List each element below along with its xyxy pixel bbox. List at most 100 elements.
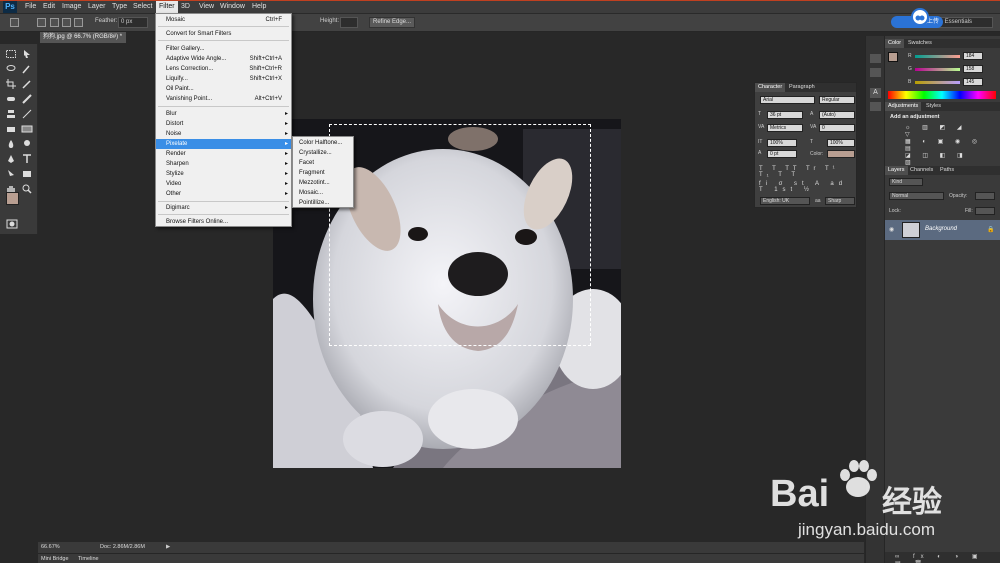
filter-sharpen[interactable]: Sharpen ▸ [156, 159, 291, 169]
text-style-buttons[interactable]: T T TT Tr T¹ T₁ T T [759, 166, 855, 178]
filter-video[interactable]: Video ▸ [156, 179, 291, 189]
filter-other[interactable]: Other ▸ [156, 189, 291, 199]
horizontal-scale-input[interactable]: 100% [827, 139, 855, 147]
tab-color[interactable]: Color [885, 39, 905, 48]
kerning-input[interactable]: Metrics [767, 124, 803, 132]
refine-edge-button[interactable]: Refine Edge... [369, 17, 415, 28]
mosaic[interactable]: Mosaic... [293, 188, 353, 198]
quick-mask-icon[interactable] [6, 219, 18, 229]
filter-render[interactable]: Render ▸ [156, 149, 291, 159]
filter-gallery[interactable]: Filter Gallery... [156, 44, 291, 54]
intersect-selection-icon[interactable] [74, 18, 83, 27]
convert-smart-filters[interactable]: Convert for Smart Filters [156, 29, 291, 39]
fill-input[interactable] [975, 207, 995, 215]
status-arrow-icon[interactable]: ▶ [166, 542, 170, 553]
fragment[interactable]: Fragment [293, 168, 353, 178]
crystallize[interactable]: Crystallize... [293, 148, 353, 158]
red-slider[interactable] [915, 55, 960, 58]
blend-mode-select[interactable]: Normal [889, 192, 944, 200]
red-value-input[interactable]: 184 [963, 52, 983, 60]
language-select[interactable]: English: UK [760, 197, 810, 205]
character-panel-icon[interactable]: A [870, 88, 881, 98]
menu-image[interactable]: Image [62, 0, 81, 14]
filter-stylize[interactable]: Stylize ▸ [156, 169, 291, 179]
eyedropper-tool-icon[interactable] [21, 79, 33, 89]
feather-input[interactable]: 0 px [118, 17, 148, 28]
blue-value-input[interactable]: 145 [963, 78, 983, 86]
lens-correction[interactable]: Lens Correction... Shift+Ctrl+R [156, 64, 291, 74]
vanishing-point[interactable]: Vanishing Point... Alt+Ctrl+V [156, 94, 291, 104]
color-foreground-swatch[interactable] [888, 52, 898, 62]
color-spectrum-bar[interactable] [888, 91, 996, 99]
menu-file[interactable]: File [25, 0, 36, 14]
browse-filters-online[interactable]: Browse Filters Online... [156, 217, 291, 227]
dodge-tool-icon[interactable] [21, 139, 33, 149]
oil-paint[interactable]: Oil Paint... [156, 84, 291, 94]
filter-digimarc[interactable]: Digimarc ▸ [156, 203, 291, 213]
baseline-shift-input[interactable]: 0 pt [767, 150, 797, 158]
healing-brush-tool-icon[interactable] [5, 94, 17, 104]
blur-tool-icon[interactable] [5, 139, 17, 149]
gradient-tool-icon[interactable] [21, 124, 33, 134]
paragraph-panel-icon[interactable] [870, 102, 881, 111]
tab-mini-bridge[interactable]: Mini Bridge [41, 554, 69, 563]
history-brush-tool-icon[interactable] [21, 109, 33, 119]
blue-slider[interactable] [915, 81, 960, 84]
move-tool-icon[interactable] [21, 49, 33, 59]
filter-pixelate[interactable]: Pixelate ▸ [156, 139, 291, 149]
zoom-level[interactable]: 66.67% [41, 542, 60, 553]
mezzotint[interactable]: Mezzotint... [293, 178, 353, 188]
tab-paragraph[interactable]: Paragraph [786, 83, 818, 92]
green-slider[interactable] [915, 68, 960, 71]
workspace-select[interactable]: Essentials [935, 17, 993, 28]
menu-edit[interactable]: Edit [43, 0, 55, 14]
baidu-uploader-icon[interactable] [911, 8, 929, 26]
color-halftone[interactable]: Color Halftone... [293, 138, 353, 148]
pen-tool-icon[interactable] [5, 154, 17, 164]
eraser-tool-icon[interactable] [5, 124, 17, 134]
tab-channels[interactable]: Channels [907, 166, 936, 175]
filter-distort[interactable]: Distort ▸ [156, 119, 291, 129]
filter-last-mosaic[interactable]: Mosaic Ctrl+F [156, 15, 291, 25]
height-input[interactable] [340, 17, 358, 28]
document-tab[interactable]: 狗狗.jpg @ 66.7% (RGB/8#) * [40, 32, 126, 43]
tab-adjustments[interactable]: Adjustments [885, 102, 922, 111]
history-panel-icon[interactable] [870, 54, 881, 63]
brush-tool-icon[interactable] [21, 94, 33, 104]
layer-row-background[interactable]: ◉ Background 🔒 [885, 220, 1000, 240]
menu-3d[interactable]: 3D [181, 0, 190, 14]
adjustment-icons-row-2[interactable]: ▦ ◐ ▣ ◉ ◎ ▤ [905, 138, 985, 152]
actions-panel-icon[interactable] [870, 68, 881, 77]
layer-filter-kind[interactable]: Kind [889, 178, 923, 186]
crop-tool-icon[interactable] [5, 79, 17, 89]
new-selection-icon[interactable] [37, 18, 46, 27]
tab-styles[interactable]: Styles [923, 102, 944, 111]
adjustment-icons-row-3[interactable]: ◪ ◫ ◧ ◨ ▧ [905, 152, 975, 166]
vertical-scale-input[interactable]: 100% [767, 139, 797, 147]
opacity-input[interactable] [975, 192, 995, 200]
menu-filter[interactable]: Filter [156, 0, 178, 14]
font-family-select[interactable]: Arial [760, 96, 815, 104]
layer-visibility-eye-icon[interactable]: ◉ [889, 226, 894, 233]
tab-timeline[interactable]: Timeline [78, 554, 99, 563]
quick-selection-tool-icon[interactable] [21, 64, 33, 74]
pointillize[interactable]: Pointillize... [293, 198, 353, 208]
opentype-buttons[interactable]: fi σ st A ad T 1st ½ [759, 181, 855, 193]
path-selection-tool-icon[interactable] [5, 169, 17, 179]
adaptive-wide-angle[interactable]: Adaptive Wide Angle... Shift+Ctrl+A [156, 54, 291, 64]
adjustment-icons-row-1[interactable]: ☼ ▥ ◩ ◢ ▽ [905, 124, 975, 138]
subtract-selection-icon[interactable] [62, 18, 71, 27]
antialias-select[interactable]: Sharp [825, 197, 855, 205]
menu-layer[interactable]: Layer [88, 0, 106, 14]
marquee-preset-icon[interactable] [10, 18, 19, 27]
menu-select[interactable]: Select [133, 0, 152, 14]
font-size-input[interactable]: 36 pt [767, 111, 803, 119]
tab-paths[interactable]: Paths [937, 166, 957, 175]
font-style-select[interactable]: Regular [819, 96, 855, 104]
marquee-tool-icon[interactable] [5, 49, 17, 59]
menu-help[interactable]: Help [252, 0, 266, 14]
text-color-swatch[interactable] [827, 150, 855, 158]
foreground-color-swatch[interactable] [6, 192, 19, 205]
menu-view[interactable]: View [199, 0, 214, 14]
tracking-input[interactable]: 0 [819, 124, 855, 132]
